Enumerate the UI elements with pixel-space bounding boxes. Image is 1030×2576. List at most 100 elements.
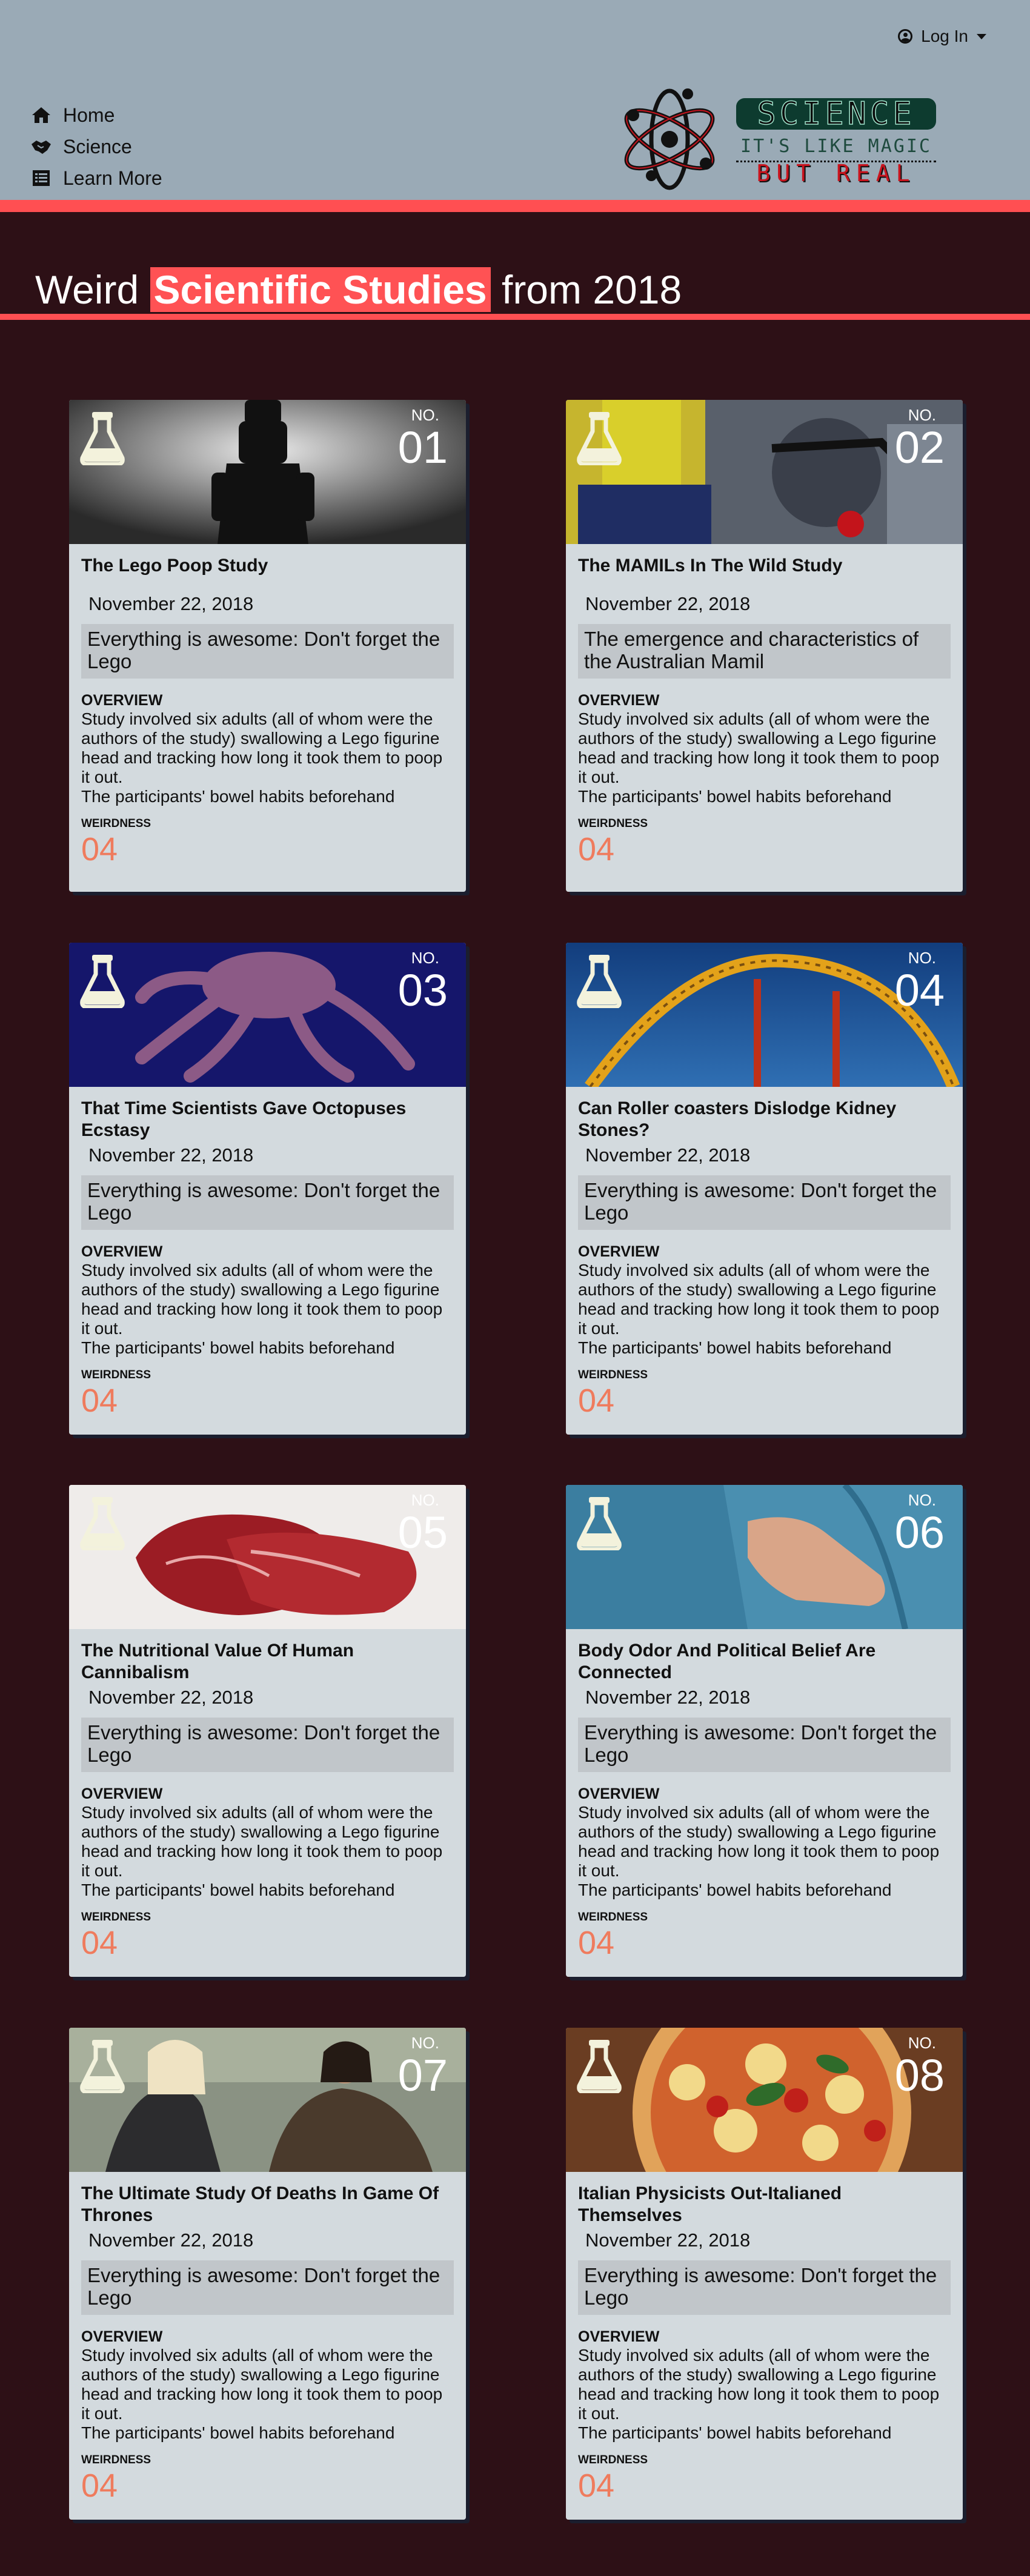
study-card-01[interactable]: NO. 01 The Lego Poop Study November 22, … — [69, 400, 466, 892]
overview-text: Study involved six adults (all of whom w… — [578, 1261, 940, 1338]
logo-tagline-1: IT'S LIKE MAGIC — [736, 136, 936, 162]
study-title[interactable]: That Time Scientists Gave Octopuses Ecst… — [81, 1098, 454, 1141]
overview-text-more: The participants' bowel habits beforehan… — [81, 1338, 395, 1357]
overview-text: Study involved six adults (all of whom w… — [81, 2346, 443, 2423]
weirdness-score: 04 — [578, 1383, 615, 1419]
title-highlight: Scientific Studies — [150, 267, 491, 312]
roller-coaster-image: NO. 04 — [566, 943, 963, 1087]
overview-text-more: The participants' bowel habits beforehan… — [578, 1881, 892, 1899]
overview-label: OVERVIEW — [81, 1785, 163, 1802]
weirdness-score: 04 — [81, 1383, 118, 1419]
study-title[interactable]: Italian Physicists Out-Italianed Themsel… — [578, 2183, 951, 2226]
study-date: November 22, 2018 — [88, 2229, 254, 2251]
flask-icon — [577, 2040, 622, 2093]
study-summary: Everything is awesome: Don't forget the … — [578, 2260, 951, 2315]
flask-icon — [80, 1497, 125, 1550]
study-date: November 22, 2018 — [585, 1687, 751, 1708]
nav-item-learn-more[interactable]: Learn More — [30, 162, 162, 194]
flask-icon — [577, 955, 622, 1008]
overview-text: Study involved six adults (all of whom w… — [578, 1803, 940, 1880]
study-title[interactable]: The Nutritional Value Of Human Cannibali… — [81, 1640, 454, 1684]
raw-meat-image: NO. 05 — [69, 1485, 466, 1629]
atom-icon — [624, 88, 715, 190]
weirdness-score: 04 — [81, 1925, 118, 1961]
overview-label: OVERVIEW — [578, 1785, 660, 1802]
title-suffix: from 2018 — [501, 267, 682, 312]
study-number: 08 — [894, 2050, 945, 2100]
study-summary: Everything is awesome: Don't forget the … — [81, 1718, 454, 1772]
study-title[interactable]: Can Roller coasters Dislodge Kidney Ston… — [578, 1098, 951, 1141]
study-date: November 22, 2018 — [88, 1687, 254, 1708]
nav-label-home: Home — [63, 104, 115, 126]
study-card-07[interactable]: NO. 07 The Ultimate Study Of Deaths In G… — [69, 2028, 466, 2520]
logo-tagline-2: BUT REAL — [756, 160, 916, 187]
overview-label: OVERVIEW — [578, 1243, 660, 1260]
octopus-image: NO. 03 — [69, 943, 466, 1087]
weirdness-label: WEIRDNESS — [578, 1369, 648, 1381]
weirdness-score: 04 — [578, 1925, 615, 1961]
flask-icon — [80, 2040, 125, 2093]
login-button[interactable]: Log In — [898, 27, 986, 46]
game-of-thrones-image: NO. 07 — [69, 2028, 466, 2172]
overview-text-more: The participants' bowel habits beforehan… — [81, 1881, 395, 1899]
overview-label: OVERVIEW — [578, 692, 660, 709]
overview-text-more: The participants' bowel habits beforehan… — [81, 787, 395, 806]
weirdness-score: 04 — [578, 2468, 615, 2504]
study-number: 01 — [397, 422, 448, 473]
weirdness-score: 04 — [81, 2468, 118, 2504]
study-card-02[interactable]: NO. 02 The MAMILs In The Wild Study Nove… — [566, 400, 963, 892]
overview-label: OVERVIEW — [578, 2328, 660, 2345]
title-divider — [0, 314, 1030, 320]
study-title[interactable]: The Ultimate Study Of Deaths In Game Of … — [81, 2183, 454, 2226]
study-card-08[interactable]: NO. 08 Italian Physicists Out-Italianed … — [566, 2028, 963, 2520]
flask-icon — [577, 1497, 622, 1550]
lego-figure-image: NO. 01 — [69, 400, 466, 544]
study-card-04[interactable]: NO. 04 Can Roller coasters Dislodge Kidn… — [566, 943, 963, 1435]
flask-icon — [80, 955, 125, 1008]
logo-wordmark: SCIENCE — [736, 98, 936, 130]
study-title[interactable]: The MAMILs In The Wild Study — [578, 555, 951, 590]
overview-label: OVERVIEW — [81, 692, 163, 709]
list-icon — [30, 168, 52, 188]
user-circle-icon — [898, 29, 913, 44]
title-prefix: Weird — [35, 267, 139, 312]
overview-text: Study involved six adults (all of whom w… — [81, 1803, 443, 1880]
study-card-06[interactable]: NO. 06 Body Odor And Political Belief Ar… — [566, 1485, 963, 1977]
weirdness-score: 04 — [81, 831, 118, 868]
study-title[interactable]: Body Odor And Political Belief Are Conne… — [578, 1640, 951, 1684]
study-number: 04 — [894, 965, 945, 1015]
overview-label: OVERVIEW — [81, 1243, 163, 1260]
site-header: Log In Home Science Learn More SCIENCE I… — [0, 0, 1030, 212]
weirdness-label: WEIRDNESS — [578, 2454, 648, 2466]
study-summary: Everything is awesome: Don't forget the … — [578, 1175, 951, 1230]
weirdness-score: 04 — [578, 831, 615, 868]
nav-label-learn-more: Learn More — [63, 167, 162, 189]
study-number: 02 — [894, 422, 945, 473]
overview-text-more: The participants' bowel habits beforehan… — [578, 2423, 892, 2442]
overview-text-more: The participants' bowel habits beforehan… — [578, 787, 892, 806]
study-number: 06 — [894, 1507, 945, 1558]
overview-text: Study involved six adults (all of whom w… — [578, 2346, 940, 2423]
handshake-icon — [30, 137, 52, 156]
study-summary: The emergence and characteristics of the… — [578, 624, 951, 679]
weirdness-label: WEIRDNESS — [81, 1369, 151, 1381]
study-date: November 22, 2018 — [585, 2229, 751, 2251]
overview-text: Study involved six adults (all of whom w… — [81, 1261, 443, 1338]
weirdness-label: WEIRDNESS — [578, 817, 648, 830]
site-logo[interactable]: SCIENCE IT'S LIKE MAGIC BUT REAL — [615, 85, 936, 191]
nav-item-science[interactable]: Science — [30, 131, 162, 162]
study-date: November 22, 2018 — [585, 593, 751, 614]
study-card-05[interactable]: NO. 05 The Nutritional Value Of Human Ca… — [69, 1485, 466, 1977]
nav-item-home[interactable]: Home — [30, 99, 162, 131]
study-card-03[interactable]: NO. 03 That Time Scientists Gave Octopus… — [69, 943, 466, 1435]
overview-text: Study involved six adults (all of whom w… — [578, 709, 940, 786]
sweaty-shirt-image: NO. 06 — [566, 1485, 963, 1629]
overview-text: Study involved six adults (all of whom w… — [81, 709, 443, 786]
study-summary: Everything is awesome: Don't forget the … — [81, 1175, 454, 1230]
study-number: 07 — [397, 2050, 448, 2100]
weirdness-label: WEIRDNESS — [578, 1911, 648, 1924]
study-date: November 22, 2018 — [585, 1144, 751, 1166]
weirdness-label: WEIRDNESS — [81, 2454, 151, 2466]
study-title[interactable]: The Lego Poop Study — [81, 555, 454, 590]
home-icon — [30, 105, 52, 125]
